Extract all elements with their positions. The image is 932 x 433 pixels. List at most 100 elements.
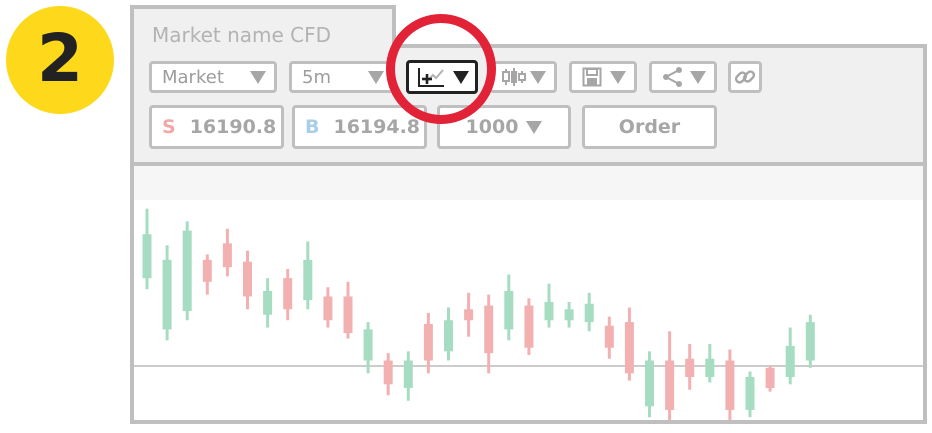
candle-body bbox=[665, 360, 675, 410]
candle-up bbox=[785, 327, 795, 385]
candle-body bbox=[383, 360, 393, 385]
buy-label: B bbox=[305, 116, 320, 138]
save-dropdown[interactable] bbox=[569, 61, 637, 93]
market-dropdown[interactable]: Market bbox=[149, 61, 277, 93]
chevron-down-icon bbox=[368, 70, 384, 84]
candle-up bbox=[162, 245, 172, 341]
candle-down bbox=[383, 353, 393, 396]
candle-up bbox=[645, 351, 654, 418]
candle-down bbox=[624, 307, 634, 381]
candle-up bbox=[504, 274, 514, 341]
candle-up bbox=[142, 208, 152, 290]
candle-down bbox=[484, 294, 494, 374]
candle-up bbox=[805, 314, 815, 368]
step-badge: 2 bbox=[6, 6, 114, 114]
candle-body bbox=[725, 360, 735, 410]
candle-down bbox=[283, 269, 293, 321]
candle-body bbox=[504, 290, 514, 330]
share-dropdown[interactable] bbox=[649, 61, 717, 93]
candle-body bbox=[222, 243, 232, 268]
candle-body bbox=[805, 322, 815, 361]
candle-up bbox=[403, 351, 413, 401]
candle-up bbox=[564, 301, 574, 328]
candle-down bbox=[524, 298, 534, 356]
candle-down bbox=[665, 331, 675, 420]
candle-body bbox=[785, 345, 795, 377]
candle-down bbox=[604, 316, 614, 359]
candle-body bbox=[444, 320, 453, 352]
link-icon bbox=[734, 66, 756, 88]
candle-body bbox=[645, 360, 654, 407]
candle-body bbox=[243, 261, 252, 297]
candle-up bbox=[745, 371, 755, 418]
candle-body bbox=[202, 259, 212, 282]
candle-down bbox=[202, 254, 212, 295]
candle-up bbox=[584, 292, 594, 332]
tab-joint bbox=[134, 44, 392, 50]
candle-body bbox=[564, 309, 574, 321]
order-button[interactable]: Order bbox=[582, 105, 717, 149]
candle-down bbox=[243, 250, 252, 310]
candlestick-chart bbox=[134, 208, 923, 420]
candle-up bbox=[544, 283, 554, 328]
candle-body bbox=[323, 296, 333, 321]
candle-down bbox=[222, 228, 232, 277]
candle-body bbox=[544, 301, 554, 321]
candle-body bbox=[403, 360, 413, 388]
candles bbox=[142, 208, 815, 420]
candle-body bbox=[162, 259, 172, 330]
candle-body bbox=[363, 329, 373, 361]
sell-price-button[interactable]: S 16190.8 bbox=[149, 105, 284, 149]
candle-body bbox=[142, 234, 152, 279]
candle-up bbox=[303, 241, 313, 310]
sell-label: S bbox=[162, 116, 176, 138]
chevron-down-icon bbox=[610, 70, 626, 84]
chevron-down-icon bbox=[690, 70, 706, 84]
interval-dropdown[interactable]: 5m bbox=[289, 61, 395, 93]
chart-type-dropdown[interactable] bbox=[489, 61, 557, 93]
candle-body bbox=[464, 309, 474, 321]
candle-body bbox=[584, 303, 594, 323]
candle-body bbox=[484, 305, 494, 354]
highlight-ring bbox=[386, 14, 496, 124]
candlestick-icon bbox=[502, 67, 526, 87]
candle-down bbox=[323, 287, 333, 328]
candle-down bbox=[725, 349, 735, 420]
candle-body bbox=[765, 367, 775, 388]
buy-price: 16194.8 bbox=[333, 116, 421, 138]
candle-down bbox=[464, 292, 474, 337]
candle-body bbox=[624, 322, 634, 374]
chevron-down-icon bbox=[530, 70, 546, 84]
interval-dropdown-label: 5m bbox=[302, 66, 331, 88]
candle-body bbox=[604, 325, 614, 348]
candle-body bbox=[303, 259, 313, 301]
candle-up bbox=[263, 278, 273, 328]
share-icon bbox=[662, 67, 684, 87]
candle-down bbox=[685, 344, 695, 390]
quantity-value: 1000 bbox=[465, 116, 519, 138]
candle-body bbox=[423, 323, 433, 361]
candle-body bbox=[343, 296, 353, 334]
candle-body bbox=[705, 358, 715, 377]
market-dropdown-label: Market bbox=[162, 66, 224, 88]
candle-down bbox=[343, 281, 353, 339]
candle-body bbox=[263, 290, 273, 315]
candle-body bbox=[685, 358, 695, 377]
candle-up bbox=[182, 221, 192, 321]
chart-header-band bbox=[134, 166, 923, 200]
candle-body bbox=[182, 230, 192, 312]
candle-body bbox=[745, 376, 755, 410]
candle-body bbox=[524, 305, 534, 348]
link-button[interactable] bbox=[728, 61, 762, 93]
order-button-label: Order bbox=[618, 116, 681, 138]
candle-up bbox=[705, 344, 715, 383]
candle-body bbox=[283, 278, 293, 310]
sell-price: 16190.8 bbox=[189, 116, 277, 138]
step-number: 2 bbox=[37, 20, 83, 97]
chevron-down-icon bbox=[250, 70, 266, 84]
candle-down bbox=[423, 312, 433, 374]
chevron-down-icon bbox=[526, 120, 543, 134]
candle-down bbox=[765, 366, 775, 392]
save-icon bbox=[582, 67, 602, 87]
candle-up bbox=[444, 307, 453, 361]
